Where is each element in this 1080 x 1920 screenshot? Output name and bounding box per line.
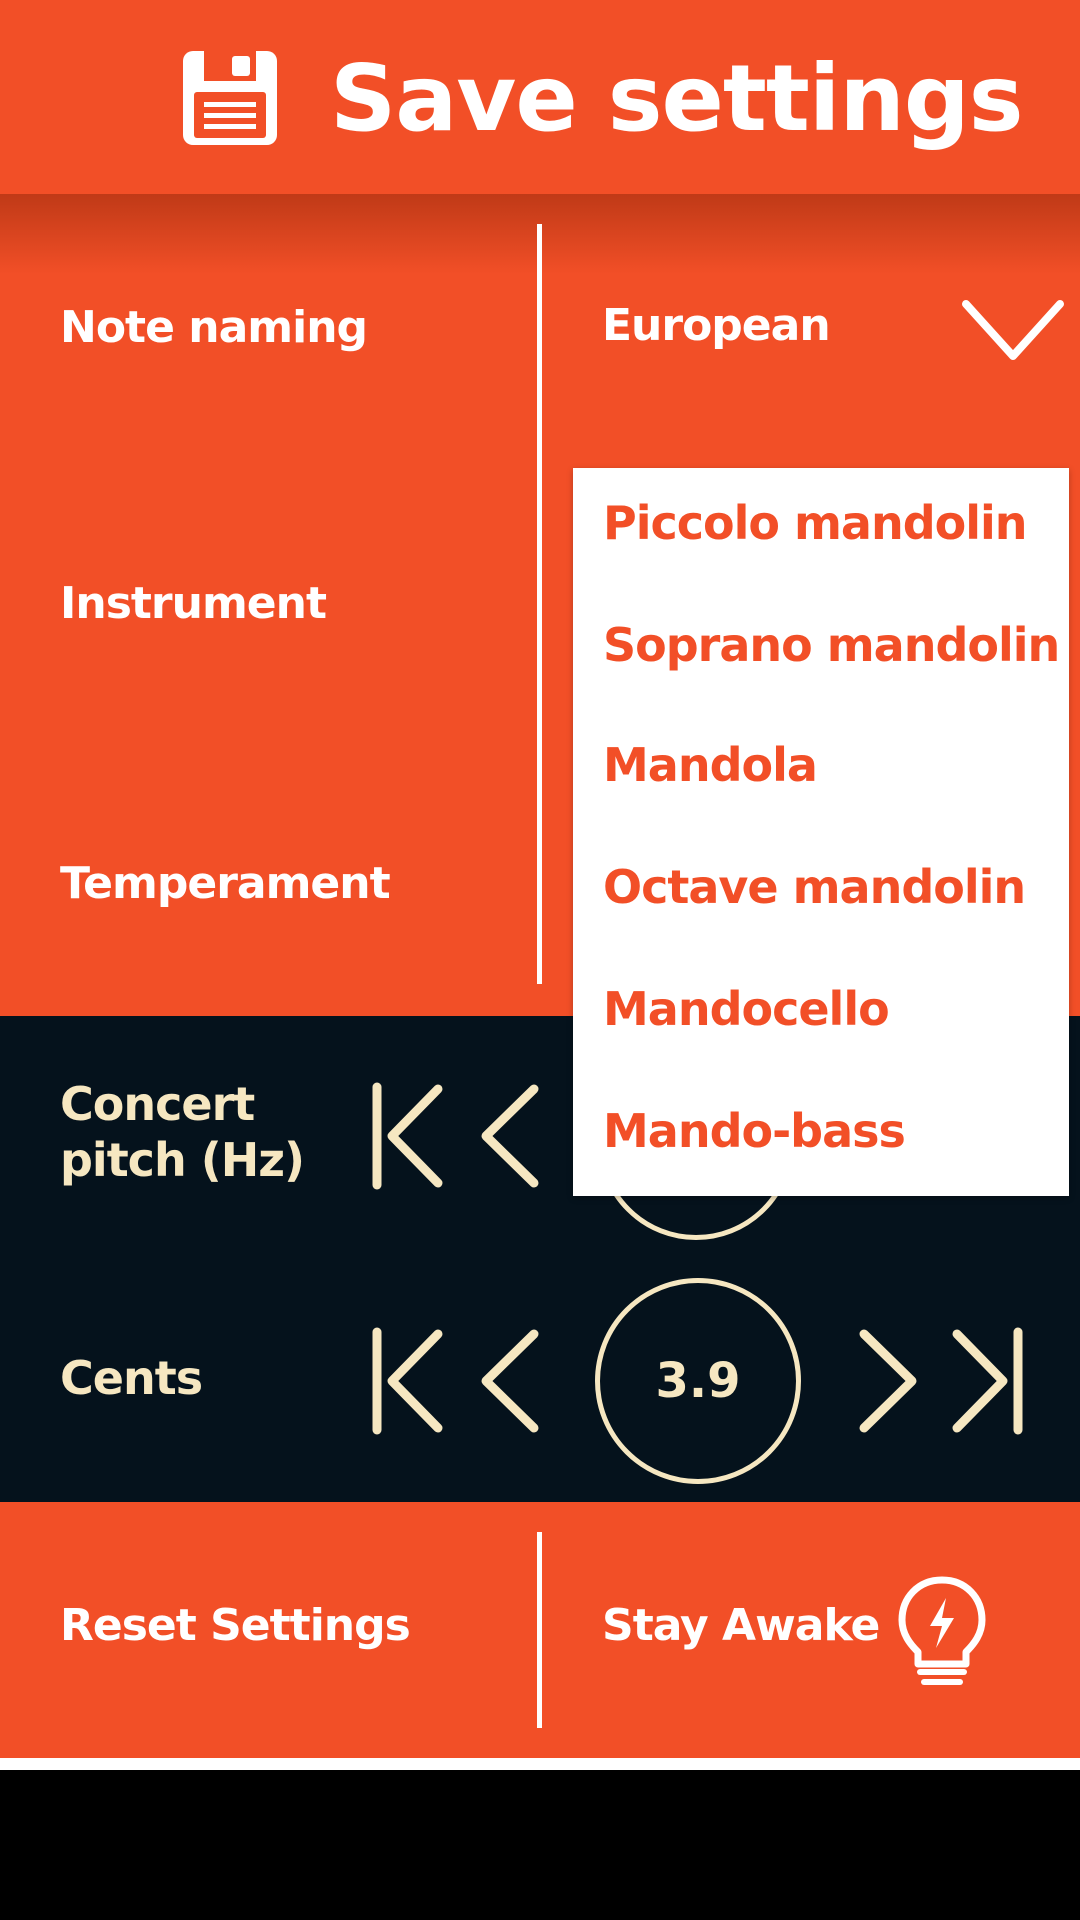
page-title: Save settings bbox=[330, 45, 1023, 152]
cents-back-icon[interactable] bbox=[468, 1326, 548, 1436]
chevron-down-icon[interactable] bbox=[960, 298, 1066, 364]
temperament-label: Temperament bbox=[60, 858, 391, 909]
dropdown-option-mando-bass[interactable]: Mando-bass bbox=[603, 1104, 906, 1158]
column-divider bbox=[537, 224, 542, 984]
concert-pitch-label: Concert pitch (Hz) bbox=[60, 1076, 305, 1188]
concert-pitch-label-line2: pitch (Hz) bbox=[60, 1133, 305, 1187]
note-naming-select[interactable]: European bbox=[602, 300, 831, 351]
instrument-label: Instrument bbox=[60, 578, 327, 629]
dropdown-option-octave-mandolin[interactable]: Octave mandolin bbox=[603, 860, 1026, 914]
cents-skip-forward-icon[interactable] bbox=[945, 1326, 1025, 1436]
lightbulb-bolt-icon[interactable] bbox=[890, 1572, 994, 1690]
dropdown-option-mandola[interactable]: Mandola bbox=[603, 738, 818, 792]
cents-label: Cents bbox=[60, 1351, 203, 1405]
dropdown-option-piccolo-mandolin[interactable]: Piccolo mandolin bbox=[603, 496, 1028, 550]
cents-skip-back-icon[interactable] bbox=[370, 1326, 450, 1436]
bottom-divider-strip bbox=[0, 1758, 1080, 1770]
bottom-action-bar: Reset Settings Stay Awake bbox=[0, 1502, 1080, 1758]
bottom-divider bbox=[537, 1532, 542, 1728]
floppy-disk-icon bbox=[183, 51, 277, 145]
concert-pitch-back-icon[interactable] bbox=[468, 1081, 548, 1191]
dropdown-option-soprano-mandolin[interactable]: Soprano mandolin bbox=[603, 618, 1060, 672]
dropdown-option-mandocello[interactable]: Mandocello bbox=[603, 982, 890, 1036]
concert-pitch-skip-back-icon[interactable] bbox=[370, 1081, 450, 1191]
cents-value[interactable]: 3.9 bbox=[595, 1278, 801, 1484]
note-naming-label: Note naming bbox=[60, 302, 368, 353]
cents-forward-icon[interactable] bbox=[850, 1326, 930, 1436]
instrument-dropdown-menu[interactable]: Piccolo mandolin Soprano mandolin Mandol… bbox=[573, 468, 1069, 1196]
stay-awake-button[interactable]: Stay Awake bbox=[602, 1600, 880, 1651]
reset-settings-button[interactable]: Reset Settings bbox=[60, 1600, 411, 1651]
concert-pitch-label-line1: Concert bbox=[60, 1077, 255, 1131]
save-settings-header[interactable]: Save settings bbox=[0, 0, 1080, 194]
